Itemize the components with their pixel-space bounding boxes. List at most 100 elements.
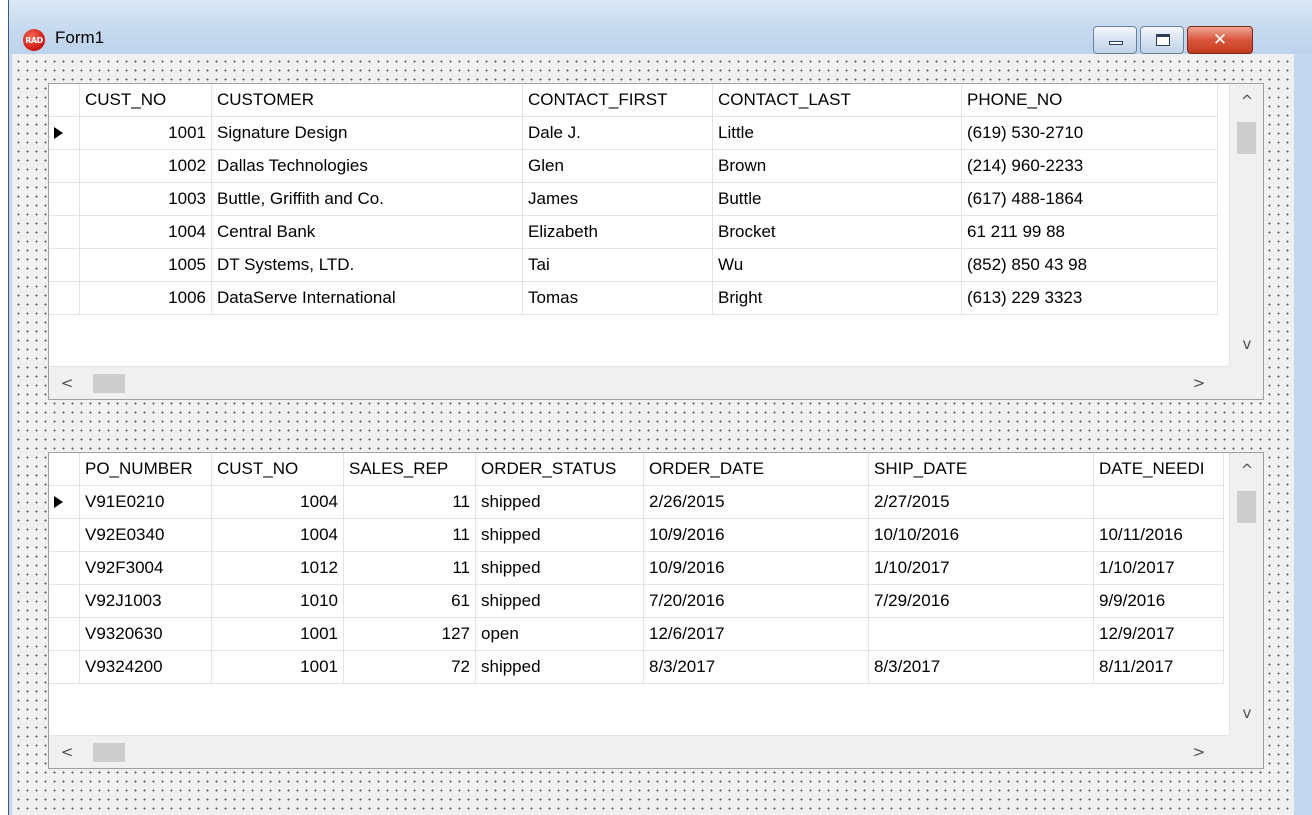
table-cell[interactable]: 11: [344, 552, 476, 585]
table-cell[interactable]: Buttle: [713, 183, 962, 216]
table-cell[interactable]: Tomas: [523, 282, 713, 315]
scroll-left-icon[interactable]: <: [57, 373, 77, 393]
table-cell[interactable]: Buttle, Griffith and Co.: [212, 183, 523, 216]
row-indicator[interactable]: [49, 117, 80, 150]
table-cell[interactable]: 1006: [80, 282, 212, 315]
scroll-left-icon[interactable]: <: [57, 742, 77, 762]
table-cell[interactable]: V9320630: [80, 618, 212, 651]
table-cell[interactable]: shipped: [476, 552, 644, 585]
table-cell[interactable]: V92J1003: [80, 585, 212, 618]
table-cell[interactable]: shipped: [476, 486, 644, 519]
table-cell[interactable]: 12/9/2017: [1094, 618, 1224, 651]
table-cell[interactable]: 2/27/2015: [869, 486, 1094, 519]
table-cell[interactable]: 1/10/2017: [1094, 552, 1224, 585]
table-cell[interactable]: Elizabeth: [523, 216, 713, 249]
table-cell[interactable]: 9/9/2016: [1094, 585, 1224, 618]
table-cell[interactable]: 1/10/2017: [869, 552, 1094, 585]
table-cell[interactable]: 7/20/2016: [644, 585, 869, 618]
maximize-button[interactable]: [1140, 26, 1184, 54]
table-cell[interactable]: 11: [344, 486, 476, 519]
vertical-scrollbar[interactable]: ^ v: [1229, 84, 1263, 367]
row-indicator[interactable]: [49, 486, 80, 519]
vertical-scroll-thumb[interactable]: [1237, 122, 1256, 154]
table-cell[interactable]: 1004: [80, 216, 212, 249]
table-cell[interactable]: 72: [344, 651, 476, 684]
horizontal-scroll-thumb[interactable]: [93, 374, 125, 393]
column-header[interactable]: ORDER_DATE: [644, 453, 869, 486]
app-icon[interactable]: RAD: [23, 29, 45, 51]
row-indicator[interactable]: [49, 216, 80, 249]
row-indicator[interactable]: [49, 585, 80, 618]
table-cell[interactable]: 1001: [212, 651, 344, 684]
table-cell[interactable]: V9324200: [80, 651, 212, 684]
table-cell[interactable]: Glen: [523, 150, 713, 183]
table-cell[interactable]: V91E0210: [80, 486, 212, 519]
column-header[interactable]: SALES_REP: [344, 453, 476, 486]
column-header[interactable]: CONTACT_FIRST: [523, 84, 713, 117]
minimize-button[interactable]: [1093, 26, 1137, 54]
close-button[interactable]: ✕: [1187, 26, 1253, 54]
table-cell[interactable]: (613) 229 3323: [962, 282, 1218, 315]
column-header[interactable]: CONTACT_LAST: [713, 84, 962, 117]
table-cell[interactable]: James: [523, 183, 713, 216]
table-cell[interactable]: 1002: [80, 150, 212, 183]
table-cell[interactable]: 11: [344, 519, 476, 552]
row-indicator[interactable]: [49, 618, 80, 651]
table-cell[interactable]: (852) 850 43 98: [962, 249, 1218, 282]
row-indicator[interactable]: [49, 651, 80, 684]
table-cell[interactable]: Dallas Technologies: [212, 150, 523, 183]
vertical-scroll-thumb[interactable]: [1237, 491, 1256, 523]
table-cell[interactable]: Wu: [713, 249, 962, 282]
table-cell[interactable]: 1010: [212, 585, 344, 618]
table-cell[interactable]: 2/26/2015: [644, 486, 869, 519]
table-cell[interactable]: (619) 530-2710: [962, 117, 1218, 150]
table-cell[interactable]: 12/6/2017: [644, 618, 869, 651]
table-cell[interactable]: 8/3/2017: [644, 651, 869, 684]
table-cell[interactable]: V92E0340: [80, 519, 212, 552]
row-indicator[interactable]: [49, 519, 80, 552]
table-cell[interactable]: DataServe International: [212, 282, 523, 315]
table-cell[interactable]: Little: [713, 117, 962, 150]
table-cell[interactable]: 1004: [212, 486, 344, 519]
table-cell[interactable]: 7/29/2016: [869, 585, 1094, 618]
table-cell[interactable]: 10/9/2016: [644, 552, 869, 585]
orders-grid[interactable]: PO_NUMBER CUST_NO SALES_REP ORDER_STATUS ORD…: [48, 452, 1264, 769]
row-indicator[interactable]: [49, 282, 80, 315]
column-header[interactable]: DATE_NEEDI: [1094, 453, 1224, 486]
table-cell[interactable]: shipped: [476, 519, 644, 552]
column-header[interactable]: ORDER_STATUS: [476, 453, 644, 486]
table-cell[interactable]: V92F3004: [80, 552, 212, 585]
table-cell[interactable]: [1094, 486, 1224, 519]
table-cell[interactable]: 8/11/2017: [1094, 651, 1224, 684]
column-header[interactable]: PHONE_NO: [962, 84, 1218, 117]
scroll-up-icon[interactable]: ^: [1237, 91, 1257, 111]
vertical-scrollbar[interactable]: ^ v: [1229, 453, 1263, 736]
table-cell[interactable]: 1012: [212, 552, 344, 585]
scroll-down-icon[interactable]: v: [1237, 334, 1257, 354]
title-bar[interactable]: RAD Form1 ✕: [9, 0, 1312, 54]
scroll-right-icon[interactable]: >: [1189, 742, 1209, 762]
column-header[interactable]: SHIP_DATE: [869, 453, 1094, 486]
table-cell[interactable]: 10/10/2016: [869, 519, 1094, 552]
scroll-up-icon[interactable]: ^: [1237, 460, 1257, 480]
table-cell[interactable]: DT Systems, LTD.: [212, 249, 523, 282]
table-cell[interactable]: 61: [344, 585, 476, 618]
column-header[interactable]: CUST_NO: [80, 84, 212, 117]
table-cell[interactable]: 1001: [80, 117, 212, 150]
table-cell[interactable]: (214) 960-2233: [962, 150, 1218, 183]
table-cell[interactable]: 10/11/2016: [1094, 519, 1224, 552]
table-cell[interactable]: Central Bank: [212, 216, 523, 249]
horizontal-scrollbar[interactable]: < >: [49, 366, 1231, 399]
table-cell[interactable]: 8/3/2017: [869, 651, 1094, 684]
table-cell[interactable]: shipped: [476, 651, 644, 684]
table-cell[interactable]: Dale J.: [523, 117, 713, 150]
row-indicator[interactable]: [49, 552, 80, 585]
table-cell[interactable]: 1001: [212, 618, 344, 651]
horizontal-scrollbar[interactable]: < >: [49, 735, 1231, 768]
column-header[interactable]: CUSTOMER: [212, 84, 523, 117]
horizontal-scroll-thumb[interactable]: [93, 743, 125, 762]
scroll-right-icon[interactable]: >: [1189, 373, 1209, 393]
table-cell[interactable]: Brown: [713, 150, 962, 183]
table-cell[interactable]: Tai: [523, 249, 713, 282]
table-cell[interactable]: Signature Design: [212, 117, 523, 150]
